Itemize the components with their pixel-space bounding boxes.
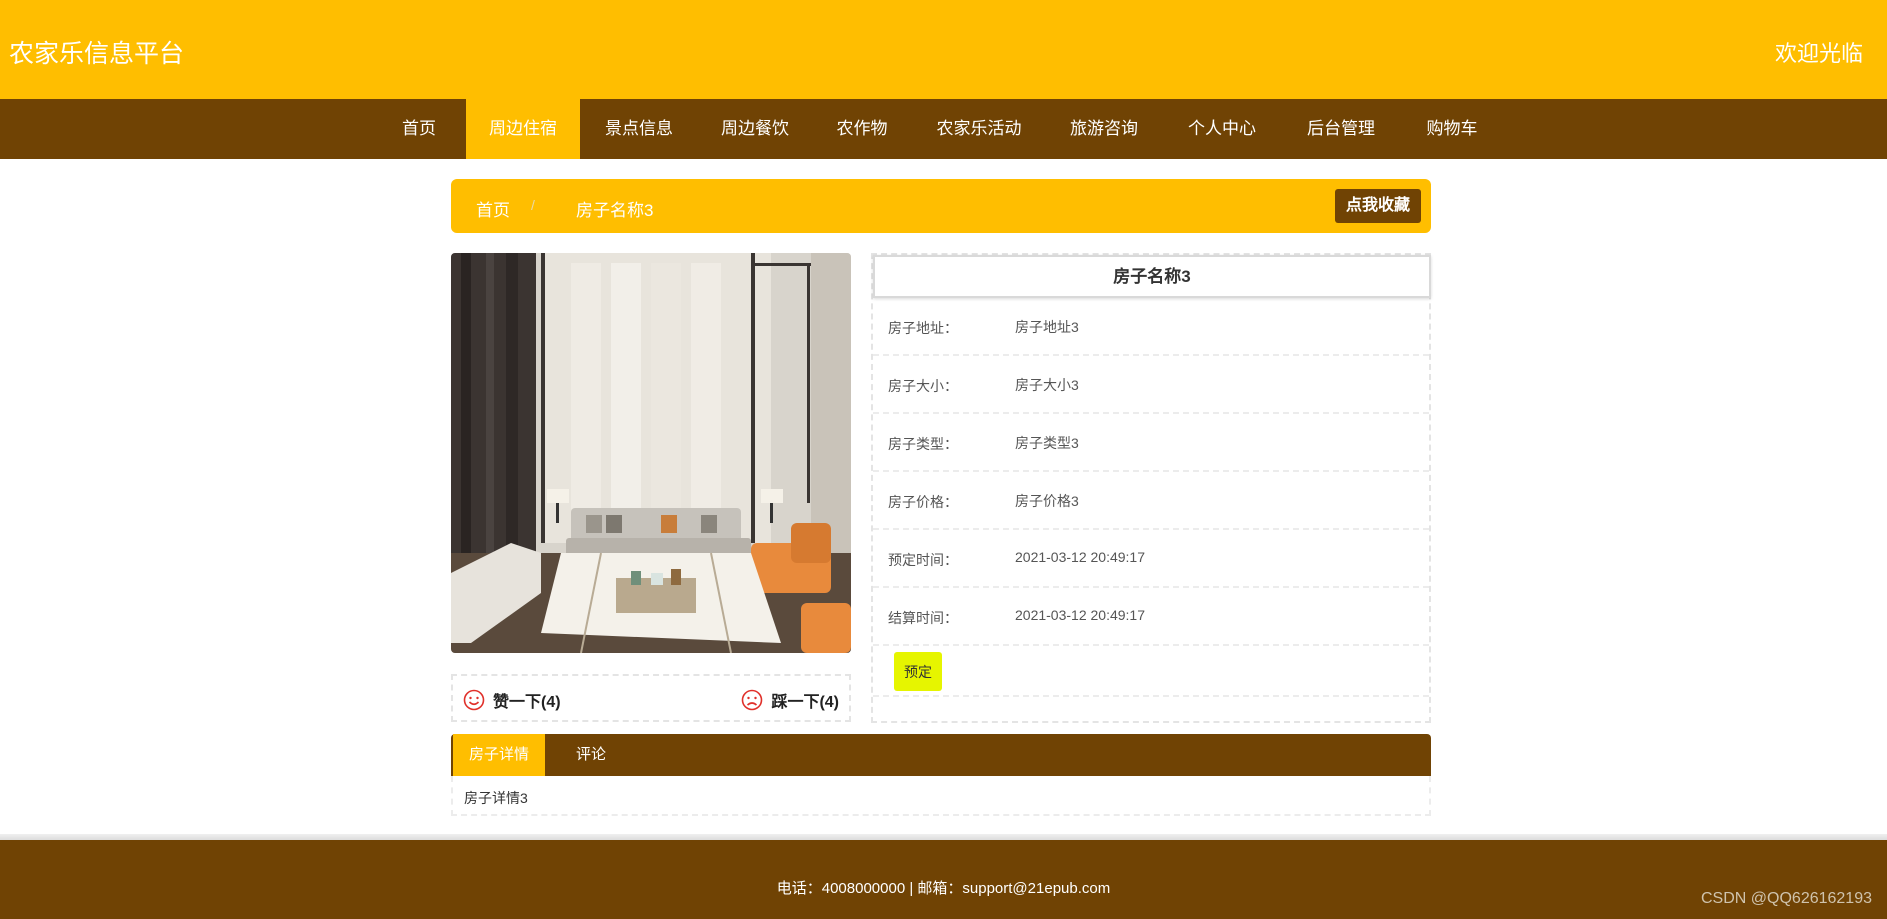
breadcrumb-current: 房子名称3 [576, 201, 654, 220]
dislike-count: 踩一下(4) [771, 694, 839, 711]
divider [873, 695, 1429, 697]
detail-row-address: 房子地址： 房子地址3 [873, 298, 1429, 356]
detail-row-type: 房子类型： 房子类型3 [873, 414, 1429, 472]
reaction-box: 赞一下(4) 踩一下(4) [451, 674, 851, 722]
detail-value: 房子类型3 [1015, 435, 1079, 451]
tab-house-details[interactable]: 房子详情 [453, 734, 545, 776]
nav-item-travel-consult[interactable]: 旅游咨询 [1062, 99, 1146, 159]
breadcrumb-home-link[interactable]: 首页 [476, 196, 510, 221]
like-button[interactable]: 赞一下(4) [463, 688, 561, 712]
footer: 电话：4008000000 | 邮箱：support@21epub.com CS… [0, 840, 1887, 919]
tab-comments[interactable]: 评论 [561, 734, 621, 776]
nav-item-attractions[interactable]: 景点信息 [596, 99, 682, 159]
living-room-image [451, 253, 851, 653]
detail-value: 2021-03-12 20:49:17 [1015, 549, 1145, 565]
nav-item-cart[interactable]: 购物车 [1418, 99, 1486, 159]
detail-row-size: 房子大小： 房子大小3 [873, 356, 1429, 414]
detail-row-booking-time: 预定时间： 2021-03-12 20:49:17 [873, 530, 1429, 588]
nav-item-personal-center[interactable]: 个人中心 [1180, 99, 1264, 159]
nav-item-home[interactable]: 首页 [393, 99, 445, 159]
footer-contact: 电话：4008000000 | 邮箱：support@21epub.com [776, 880, 1111, 897]
site-title: 农家乐信息平台 [9, 40, 185, 68]
dislike-button[interactable]: 踩一下(4) [741, 688, 839, 712]
house-photo [451, 253, 851, 653]
detail-value: 房子地址3 [1015, 319, 1079, 335]
favorite-button[interactable]: 点我收藏 [1334, 189, 1421, 223]
like-count: 赞一下(4) [493, 694, 561, 711]
detail-label: 房子类型： [888, 436, 958, 452]
main-nav: 首页 周边住宿 景点信息 周边餐饮 农作物 农家乐活动 旅游咨询 个人中心 后台… [0, 99, 1887, 159]
detail-value: 房子大小3 [1015, 377, 1079, 393]
detail-row-price: 房子价格： 房子价格3 [873, 472, 1429, 530]
detail-value: 2021-03-12 20:49:17 [1015, 607, 1145, 623]
nav-item-activities[interactable]: 农家乐活动 [928, 99, 1030, 159]
detail-label: 房子大小： [888, 378, 958, 394]
detail-value: 房子价格3 [1015, 493, 1079, 509]
welcome-text: 欢迎光临 [1774, 41, 1863, 66]
detail-label: 房子价格： [888, 494, 958, 510]
nav-item-dining[interactable]: 周边餐饮 [712, 99, 798, 159]
breadcrumb-separator: / [531, 197, 535, 213]
top-header: 农家乐信息平台 欢迎光临 [0, 0, 1887, 99]
tab-content-panel: 房子详情3 [451, 776, 1431, 816]
detail-label: 房子地址： [888, 320, 958, 336]
detail-label: 结算时间： [888, 610, 958, 626]
book-button[interactable]: 预定 [894, 652, 942, 691]
smile-icon [463, 689, 485, 711]
nav-item-lodging[interactable]: 周边住宿 [466, 99, 580, 159]
house-details-panel: 房子名称3 房子地址： 房子地址3 房子大小： 房子大小3 房子类型： 房子类型… [871, 253, 1431, 723]
nav-item-admin[interactable]: 后台管理 [1299, 99, 1383, 159]
house-name-title: 房子名称3 [873, 255, 1431, 298]
breadcrumb: 首页 / 房子名称3 点我收藏 [451, 179, 1431, 233]
detail-row-checkout-time: 结算时间： 2021-03-12 20:49:17 [873, 588, 1429, 646]
nav-item-crops[interactable]: 农作物 [828, 99, 896, 159]
detail-label: 预定时间： [888, 552, 958, 568]
detail-tabs: 房子详情 评论 [451, 734, 1431, 776]
watermark: CSDN @QQ626162193 [1701, 890, 1872, 907]
house-details-text: 房子详情3 [464, 790, 528, 806]
frown-icon [742, 689, 763, 711]
